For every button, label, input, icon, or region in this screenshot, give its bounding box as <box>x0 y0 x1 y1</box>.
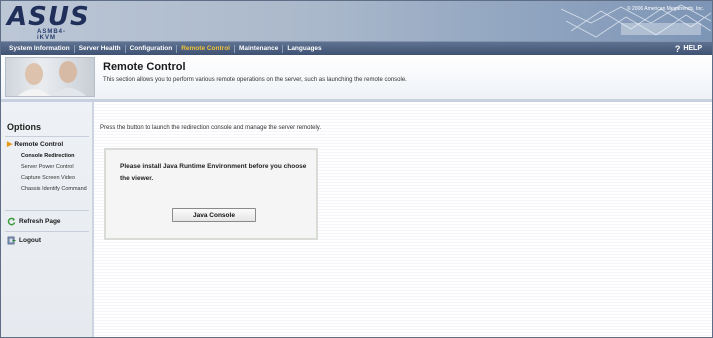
banner-photo <box>5 57 95 97</box>
logout-icon <box>7 236 16 245</box>
refresh-page-link[interactable]: Refresh Page <box>7 217 61 226</box>
refresh-page-label: Refresh Page <box>19 218 61 225</box>
sidebar-item-console-redirection[interactable]: Console Redirection <box>21 153 91 160</box>
question-mark-icon: ? <box>674 43 681 54</box>
logo-subtitle: ASMB4-iKVM <box>37 29 67 41</box>
top-navigation: System Information Server Health Configu… <box>1 41 712 56</box>
main-content: Press the button to launch the redirecti… <box>94 102 712 337</box>
instruction-text: Press the button to launch the redirecti… <box>100 125 322 131</box>
sidebar-divider <box>5 210 89 211</box>
logo-text: ASUS <box>7 2 90 32</box>
sidebar-section-label: Remote Control <box>14 140 64 148</box>
copyright-text: © 2006 American Megatrends, Inc. <box>626 6 704 12</box>
console-panel: Please install Java Runtime Environment … <box>104 148 318 240</box>
browser-frame: ASUS ASMB4-iKVM © 2006 American Megatren… <box>0 0 713 338</box>
arrow-right-icon: ▶ <box>7 141 13 148</box>
sidebar-item-server-power-control[interactable]: Server Power Control <box>21 164 91 171</box>
nav-remote-control[interactable]: Remote Control <box>177 42 234 55</box>
nav-system-information[interactable]: System Information <box>5 42 74 55</box>
nav-server-health[interactable]: Server Health <box>75 42 125 55</box>
logout-link[interactable]: Logout <box>7 236 41 245</box>
sidebar-divider <box>5 136 89 137</box>
java-warning-message: Please install Java Runtime Environment … <box>120 163 307 182</box>
help-button[interactable]: ? HELP <box>675 42 702 55</box>
options-sidebar: Options ▶ Remote Control Console Redirec… <box>1 102 94 337</box>
options-heading: Options <box>7 122 41 132</box>
header: ASUS ASMB4-iKVM © 2006 American Megatren… <box>1 1 712 41</box>
sidebar-divider <box>5 231 89 232</box>
sidebar-item-capture-screen-video[interactable]: Capture Screen Video <box>21 175 91 182</box>
java-console-button[interactable]: Java Console <box>172 208 256 222</box>
sidebar-item-chassis-identify-command[interactable]: Chassis Identify Command <box>21 186 91 193</box>
page-description: This section allows you to perform vario… <box>103 77 407 83</box>
logout-label: Logout <box>19 237 42 244</box>
page-title: Remote Control <box>103 61 186 73</box>
nav-configuration[interactable]: Configuration <box>126 42 177 55</box>
people-photo-icon <box>6 58 94 96</box>
nav-maintenance[interactable]: Maintenance <box>235 42 282 55</box>
sidebar-section-remote-control[interactable]: ▶ Remote Control <box>7 140 64 149</box>
help-label: HELP <box>683 45 702 52</box>
nav-languages[interactable]: Languages <box>283 42 325 55</box>
page-banner: Remote Control This section allows you t… <box>1 55 712 102</box>
asus-logo: ASUS ASMB4-iKVM <box>7 3 89 41</box>
refresh-icon <box>7 217 16 226</box>
